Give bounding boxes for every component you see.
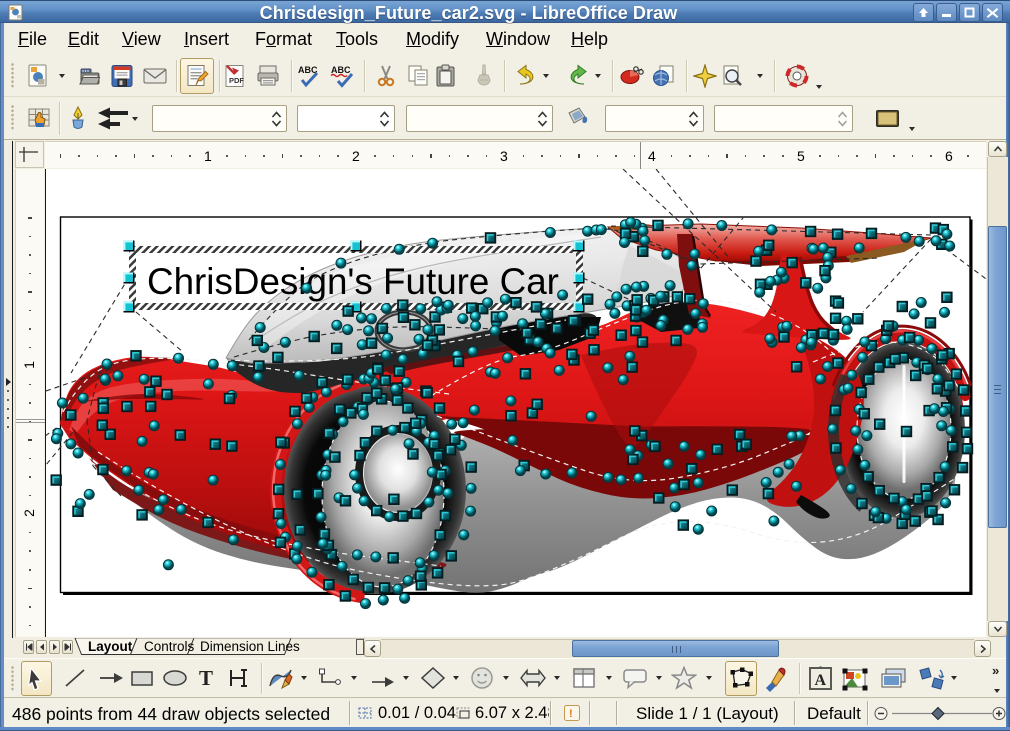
- svg-text:Dimension Lines: Dimension Lines: [200, 639, 300, 654]
- svg-text:T: T: [199, 666, 213, 690]
- svg-text:ABC: ABC: [331, 65, 351, 75]
- svg-text:Layout: Layout: [88, 639, 133, 654]
- svg-text:ChrisDesign's Future Car: ChrisDesign's Future Car: [147, 261, 559, 302]
- svg-text:PDF: PDF: [229, 76, 244, 85]
- svg-text:A: A: [815, 672, 827, 689]
- svg-text:Controls: Controls: [144, 639, 195, 654]
- svg-text:!: !: [569, 708, 573, 720]
